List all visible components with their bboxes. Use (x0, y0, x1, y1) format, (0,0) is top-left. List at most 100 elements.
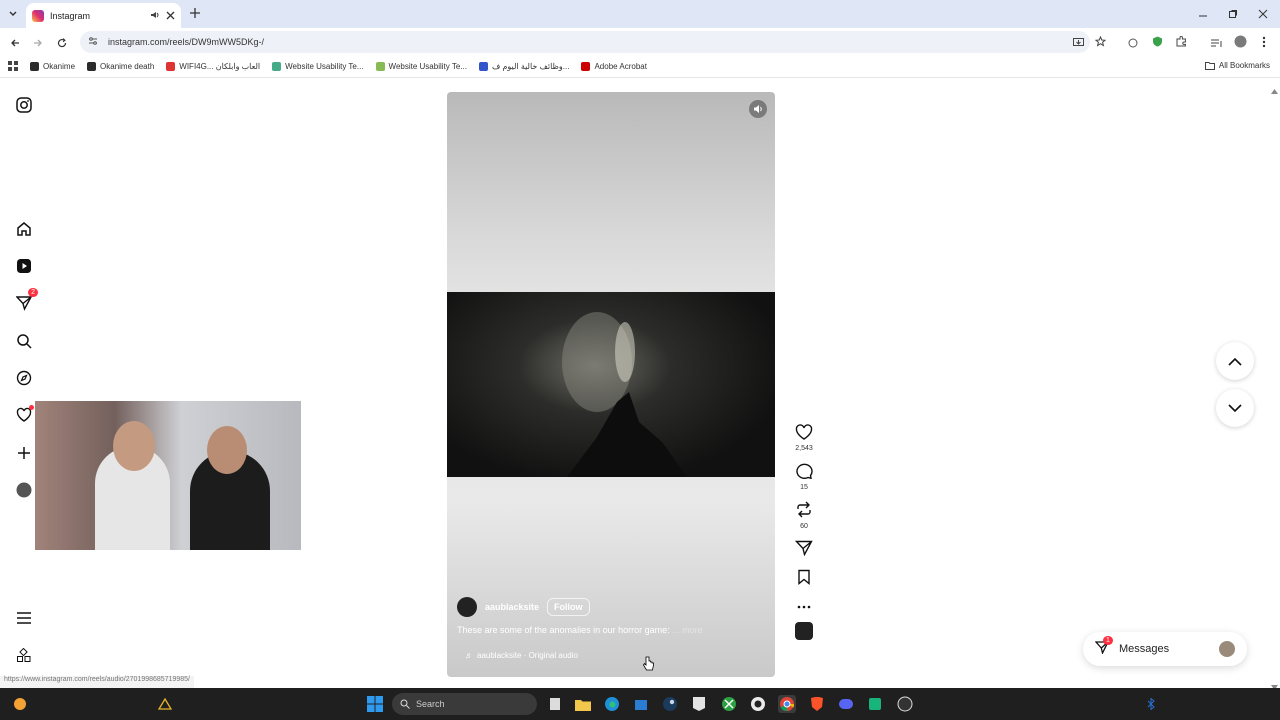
profile-avatar[interactable] (14, 480, 34, 500)
obs-icon[interactable] (749, 695, 767, 713)
also-from-meta-icon[interactable] (14, 646, 34, 666)
browser-menu-icon[interactable] (1262, 36, 1266, 51)
reels-icon[interactable] (14, 256, 34, 276)
reel-audio[interactable]: ♬ aaublacksite · Original audio (465, 651, 578, 660)
notifications-heart-icon[interactable] (14, 405, 34, 425)
bookmark-item[interactable]: Okanime death (87, 62, 154, 71)
bookmarks-bar: Okanime Okanime death WIFI4G... العاب وابل… (0, 56, 1280, 78)
explore-compass-icon[interactable] (14, 368, 34, 388)
apps-grid-icon[interactable] (8, 60, 18, 74)
like-heart-icon[interactable] (795, 424, 813, 443)
reel-actions: 2,543 15 60 (790, 424, 818, 650)
video-frame[interactable] (447, 292, 775, 477)
more-options-icon[interactable] (797, 598, 811, 612)
hand-cursor-icon (642, 656, 654, 674)
bookmark-item[interactable]: WIFI4G... العاب وابلكان (166, 62, 260, 71)
warning-icon[interactable] (156, 695, 174, 713)
next-reel-button[interactable] (1216, 389, 1254, 427)
tab-instagram[interactable]: Instagram (26, 3, 181, 28)
address-bar[interactable]: instagram.com/reels/DW9mWW5DKg-/ (80, 31, 1090, 53)
bookmark-item[interactable]: Website Usability Te... (375, 62, 467, 71)
all-bookmarks-button[interactable]: All Bookmarks (1204, 61, 1270, 70)
reel-caption: These are some of the anomalies in our h… (457, 625, 703, 635)
webcam-overlay (35, 401, 301, 550)
follow-button[interactable]: Follow (547, 598, 590, 616)
taskbar-search[interactable]: Search (392, 693, 537, 715)
file-explorer-icon[interactable] (574, 695, 592, 713)
bookmark-item[interactable]: وظائف خالية اليوم ف... (478, 62, 569, 71)
sound-toggle-icon[interactable] (749, 100, 767, 118)
tab-search-chevron-icon[interactable] (8, 8, 18, 22)
bookmark-star-icon[interactable] (1094, 35, 1107, 50)
tray-bluetooth-icon[interactable] (1142, 695, 1160, 713)
chevron-up-icon (1228, 357, 1242, 366)
instagram-favicon-icon (32, 9, 44, 22)
windows-start-icon[interactable] (366, 695, 384, 713)
extensions-puzzle-icon[interactable] (1176, 35, 1187, 50)
messages-avatar (1219, 641, 1235, 657)
share-icon[interactable] (794, 540, 813, 559)
bookmark-item[interactable]: Adobe Acrobat (581, 62, 647, 71)
xbox-icon[interactable] (720, 695, 738, 713)
notifications-badge: 2 (28, 288, 38, 297)
media-control-icon[interactable] (1211, 37, 1222, 51)
left-sidebar: 2 (0, 79, 48, 688)
bookmark-favicon-icon (478, 62, 488, 71)
scroll-up-arrow-icon[interactable] (1271, 83, 1278, 97)
save-bookmark-icon[interactable] (797, 569, 811, 588)
audio-thumbnail[interactable] (795, 622, 813, 640)
discord-icon[interactable] (837, 695, 855, 713)
taskbar-search-icon (400, 699, 410, 709)
steam-icon[interactable] (661, 695, 679, 713)
messages-label: Messages (1119, 643, 1170, 655)
music-note-icon: ♬ (465, 651, 473, 660)
restore-icon[interactable] (1228, 8, 1238, 22)
instagram-logo-icon[interactable] (14, 95, 34, 115)
more-menu-icon[interactable] (14, 608, 34, 628)
reload-icon[interactable] (57, 37, 67, 51)
edge-browser-icon[interactable] (603, 695, 621, 713)
status-bar-url: https://www.instagram.com/reels/audio/27… (0, 676, 195, 688)
tab-close-icon[interactable] (166, 9, 175, 23)
author-username[interactable]: aaublacksite (485, 602, 539, 612)
install-app-icon[interactable] (1073, 37, 1084, 51)
bookmark-favicon-icon (581, 62, 591, 71)
extension-icon-1[interactable] (1128, 37, 1138, 51)
speaker-icon[interactable] (150, 9, 160, 23)
weather-widget-icon[interactable] (11, 695, 29, 713)
store-icon[interactable] (632, 695, 650, 713)
windows-taskbar: Search (0, 688, 1280, 720)
minimize-icon[interactable] (1198, 9, 1208, 23)
task-view-icon[interactable] (546, 695, 564, 713)
app-clock-icon[interactable] (896, 695, 914, 713)
bookmark-item[interactable]: Website Usability Te... (272, 62, 364, 71)
site-info-icon[interactable] (88, 35, 98, 49)
like-count: 2,543 (795, 445, 813, 452)
repost-icon[interactable] (795, 501, 813, 521)
app-green-icon[interactable] (866, 695, 884, 713)
new-tab-icon[interactable] (190, 7, 200, 21)
home-icon[interactable] (14, 219, 34, 239)
shield-extension-icon[interactable] (1152, 36, 1163, 50)
audio-label: aaublacksite · Original audio (477, 651, 578, 660)
previous-reel-button[interactable] (1216, 342, 1254, 380)
comment-icon[interactable] (795, 462, 813, 482)
search-icon[interactable] (14, 331, 34, 351)
notification-dot (29, 405, 34, 410)
caption-more-link[interactable]: ... more (672, 625, 703, 635)
profile-avatar-icon[interactable] (1234, 35, 1247, 51)
forward-icon[interactable] (33, 37, 43, 51)
window-close-icon[interactable] (1258, 8, 1268, 22)
create-plus-icon[interactable] (14, 443, 34, 463)
back-icon[interactable] (10, 37, 20, 51)
browser-toolbar: instagram.com/reels/DW9mWW5DKg-/ (0, 28, 1280, 56)
bookmark-item[interactable]: Okanime (30, 62, 75, 71)
reel-video-card[interactable]: aaublacksite Follow These are some of th… (447, 92, 775, 677)
brave-icon[interactable] (808, 695, 826, 713)
author-avatar[interactable] (457, 597, 477, 617)
direct-messages-icon[interactable]: 2 (14, 288, 38, 313)
chrome-icon[interactable] (778, 695, 796, 713)
epic-games-icon[interactable] (690, 695, 708, 713)
messages-button[interactable]: 1 Messages (1083, 632, 1247, 666)
folder-icon (1204, 62, 1215, 70)
